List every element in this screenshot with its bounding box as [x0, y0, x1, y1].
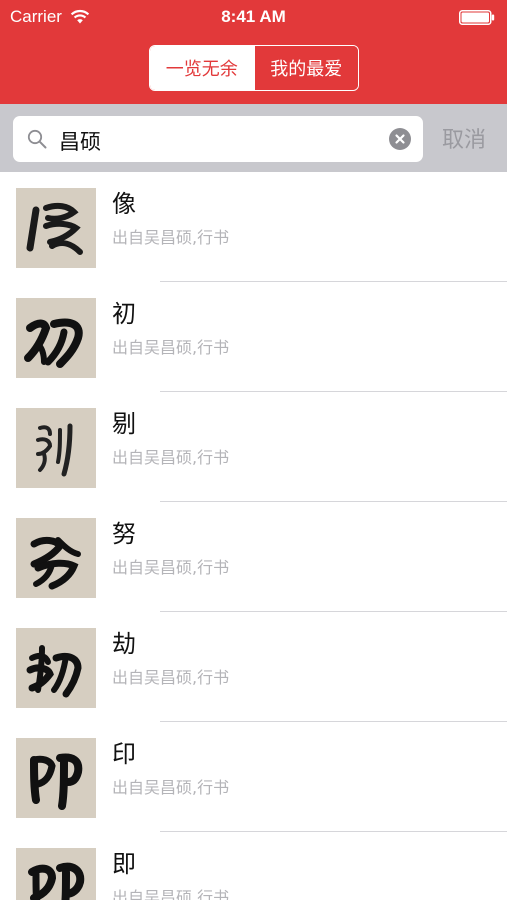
calligraphy-thumbnail: [16, 518, 96, 598]
battery-icon: [459, 10, 495, 25]
character-source: 出自吴昌硕,行书: [112, 558, 230, 577]
navigation-header: Carrier 8:41 AM 一览无余 我的最爱: [0, 0, 507, 104]
character-title: 像: [112, 190, 136, 218]
search-input[interactable]: 昌硕: [13, 116, 423, 162]
clear-icon[interactable]: [389, 128, 411, 150]
calligraphy-thumbnail: [16, 188, 96, 268]
character-source: 出自吴昌硕,行书: [112, 338, 230, 357]
search-bar: 昌硕 取消: [0, 104, 507, 172]
character-source: 出自吴昌硕,行书: [112, 228, 230, 247]
list-item[interactable]: 剔 出自吴昌硕,行书: [0, 392, 507, 502]
results-list: 像 出自吴昌硕,行书 初 出自吴昌硕,行书 剔 出自吴昌硕,行书 努 出自吴昌硕…: [0, 172, 507, 900]
status-bar: Carrier 8:41 AM: [0, 0, 507, 36]
character-source: 出自吴昌硕,行书: [112, 888, 230, 900]
segment-favorites[interactable]: 我的最爱: [253, 46, 358, 90]
segment-all[interactable]: 一览无余: [150, 46, 254, 90]
calligraphy-thumbnail: [16, 408, 96, 488]
status-time: 8:41 AM: [221, 7, 286, 26]
search-query: 昌硕: [59, 130, 101, 154]
character-source: 出自吴昌硕,行书: [112, 668, 230, 687]
calligraphy-thumbnail: [16, 298, 96, 378]
character-title: 印: [112, 740, 136, 768]
list-item[interactable]: 劫 出自吴昌硕,行书: [0, 612, 507, 722]
list-item[interactable]: 努 出自吴昌硕,行书: [0, 502, 507, 612]
character-title: 即: [112, 850, 136, 878]
character-title: 初: [112, 300, 136, 328]
list-item[interactable]: 即 出自吴昌硕,行书: [0, 832, 507, 900]
list-item[interactable]: 像 出自吴昌硕,行书: [0, 172, 507, 282]
character-title: 剔: [112, 410, 136, 438]
character-source: 出自吴昌硕,行书: [112, 778, 230, 797]
character-title: 劫: [112, 630, 136, 658]
search-icon: [27, 129, 47, 149]
character-source: 出自吴昌硕,行书: [112, 448, 230, 467]
list-item[interactable]: 初 出自吴昌硕,行书: [0, 282, 507, 392]
cancel-button[interactable]: 取消: [442, 122, 486, 154]
calligraphy-thumbnail: [16, 738, 96, 818]
segmented-control: 一览无余 我的最爱: [149, 45, 359, 91]
character-title: 努: [112, 520, 136, 548]
calligraphy-thumbnail: [16, 848, 96, 900]
calligraphy-thumbnail: [16, 628, 96, 708]
list-item[interactable]: 印 出自吴昌硕,行书: [0, 722, 507, 832]
